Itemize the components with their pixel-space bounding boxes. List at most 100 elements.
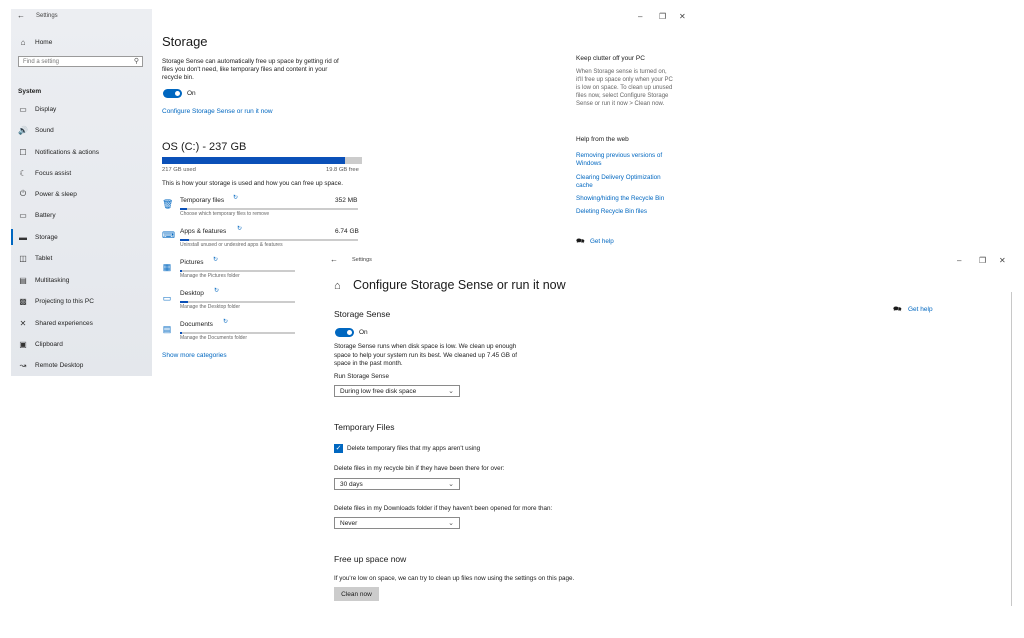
category-usage-fill: [180, 270, 183, 272]
clipboard-icon: ▣: [19, 339, 27, 349]
projector-icon: ▩: [19, 296, 27, 306]
get-help-icon: 🗪: [576, 238, 585, 245]
free-label: 19.8 GB free: [326, 167, 359, 173]
picture-icon: ▦: [162, 262, 172, 272]
storage-sense-description: Storage Sense runs when disk space is lo…: [334, 343, 517, 367]
sidebar-item-storage[interactable]: ▬ Storage: [11, 229, 147, 245]
category-name[interactable]: Pictures: [180, 259, 203, 266]
help-link-delivery-optimization[interactable]: Clearing Delivery Optimization cache: [576, 174, 661, 190]
sidebar-item-multitasking[interactable]: ▤ Multitasking: [17, 272, 147, 288]
close-icon[interactable]: ✕: [679, 12, 686, 21]
category-usage-fill: [180, 239, 189, 241]
back-arrow-icon[interactable]: ←: [330, 255, 338, 264]
recycle-bin-label: Delete files in my recycle bin if they h…: [334, 465, 505, 472]
configure-storage-sense-link[interactable]: Configure Storage Sense or run it now: [162, 108, 273, 115]
trash-icon: 🗑: [162, 199, 174, 209]
category-hint: Manage the Pictures folder: [180, 273, 240, 279]
sidebar-item-label: Home: [35, 38, 53, 46]
desktop-icon: ▭: [162, 293, 172, 303]
help-link-recycle-bin-show[interactable]: Showing/hiding the Recycle Bin: [576, 195, 664, 202]
help-title: Help from the web: [576, 136, 629, 143]
storage-sense-toggle[interactable]: [335, 328, 354, 337]
category-usage-bar: [180, 301, 295, 303]
delete-temp-files-label: Delete temporary files that my apps aren…: [347, 445, 481, 452]
free-up-description: If you're low on space, we can try to cl…: [334, 575, 575, 582]
moon-icon: ☾: [19, 168, 27, 178]
category-size: 6.74 GB: [335, 228, 359, 235]
category-usage-bar: [180, 270, 295, 272]
storage-sense-toggle[interactable]: [163, 89, 182, 98]
category-name[interactable]: Temporary files: [180, 197, 224, 204]
help-link-previous-versions[interactable]: Removing previous versions of Windows: [576, 152, 662, 168]
sidebar-item-remote-desktop[interactable]: ↝ Remote Desktop: [17, 357, 147, 373]
category-name[interactable]: Desktop: [180, 290, 204, 297]
sidebar-item-battery[interactable]: ▭ Battery: [17, 207, 147, 223]
category-name[interactable]: Apps & features: [180, 228, 226, 235]
run-storage-sense-dropdown[interactable]: During low free disk space ⌄: [334, 385, 460, 397]
monitor-icon: ▭: [19, 104, 27, 114]
battery-icon: ▭: [19, 210, 27, 220]
home-icon: ⌂: [20, 37, 26, 47]
drive-usage-fill: [162, 157, 346, 164]
help-link-recycle-bin-delete[interactable]: Deleting Recycle Bin files: [576, 208, 647, 215]
free-up-space-heading: Free up space now: [334, 554, 407, 564]
search-input[interactable]: Find a setting ⚲: [18, 56, 143, 67]
sidebar-item-display[interactable]: ▭ Display: [17, 101, 147, 117]
home-icon: ⌂: [334, 280, 341, 292]
sidebar-item-power[interactable]: ⏻ Power & sleep: [17, 186, 147, 202]
loading-icon: ↻: [214, 288, 220, 294]
scrollbar[interactable]: [1011, 292, 1012, 606]
chevron-down-icon: ⌄: [448, 388, 454, 395]
sidebar: ← Settings ⌂ Home Find a setting ⚲ Syste…: [11, 9, 152, 376]
minimize-icon[interactable]: –: [638, 12, 642, 21]
clean-now-button[interactable]: Clean now: [334, 587, 379, 601]
chevron-down-icon: ⌄: [448, 520, 454, 527]
downloads-dropdown[interactable]: Never ⌄: [334, 517, 460, 529]
power-icon: ⏻: [19, 189, 27, 198]
get-help-link[interactable]: Get help: [908, 306, 933, 313]
chevron-down-icon: ⌄: [448, 481, 454, 488]
get-help-link[interactable]: Get help: [590, 238, 614, 245]
shared-icon: ✕: [19, 318, 27, 328]
maximize-icon[interactable]: ❐: [659, 12, 666, 21]
recycle-bin-dropdown[interactable]: 30 days ⌄: [334, 478, 460, 490]
sidebar-item-shared-experiences[interactable]: ✕ Shared experiences: [17, 315, 147, 331]
get-help-icon: 🗪: [893, 306, 902, 313]
sidebar-item-notifications[interactable]: ☐ Notifications & actions: [17, 144, 147, 160]
maximize-icon[interactable]: ❐: [979, 256, 986, 265]
category-name[interactable]: Documents: [180, 321, 213, 328]
storage-description: Storage Sense can automatically free up …: [162, 58, 339, 81]
loading-icon: ↻: [233, 195, 239, 201]
documents-icon: ▤: [162, 324, 172, 334]
sidebar-item-home[interactable]: ⌂ Home: [17, 34, 147, 50]
sidebar-item-focus-assist[interactable]: ☾ Focus assist: [17, 165, 147, 181]
speaker-icon: 🔊: [18, 125, 28, 135]
minimize-icon[interactable]: –: [957, 256, 961, 265]
sidebar-item-tablet[interactable]: ◫ Tablet: [17, 250, 147, 266]
show-more-categories-link[interactable]: Show more categories: [162, 352, 227, 359]
clutter-title: Keep clutter off your PC: [576, 55, 645, 62]
run-storage-sense-label: Run Storage Sense: [334, 373, 389, 380]
remote-desktop-icon: ↝: [19, 360, 27, 370]
temporary-files-heading: Temporary Files: [334, 422, 395, 432]
loading-icon: ↻: [213, 257, 219, 263]
clutter-description: When Storage sense is turned on, it'll f…: [576, 69, 673, 107]
delete-temp-files-checkbox[interactable]: ✓: [334, 444, 343, 453]
notification-icon: ☐: [19, 147, 27, 157]
category-size: 352 MB: [335, 197, 358, 204]
tablet-icon: ◫: [19, 253, 27, 263]
apps-icon: ⌨: [162, 230, 175, 240]
toggle-state-label: On: [359, 329, 368, 336]
category-usage-fill: [180, 301, 189, 303]
loading-icon: ↻: [237, 226, 243, 232]
sidebar-item-sound[interactable]: 🔊 Sound: [17, 122, 147, 138]
storage-sense-heading: Storage Sense: [334, 309, 391, 319]
storage-icon: ▬: [19, 232, 27, 242]
back-arrow-icon[interactable]: ←: [17, 11, 25, 20]
sidebar-item-clipboard[interactable]: ▣ Clipboard: [17, 336, 147, 352]
close-icon[interactable]: ✕: [999, 256, 1006, 265]
drive-usage-bar: [162, 157, 362, 164]
search-icon: ⚲: [133, 58, 139, 65]
sidebar-item-projecting[interactable]: ▩ Projecting to this PC: [17, 293, 147, 309]
drive-title: OS (C:) - 237 GB: [162, 141, 247, 153]
